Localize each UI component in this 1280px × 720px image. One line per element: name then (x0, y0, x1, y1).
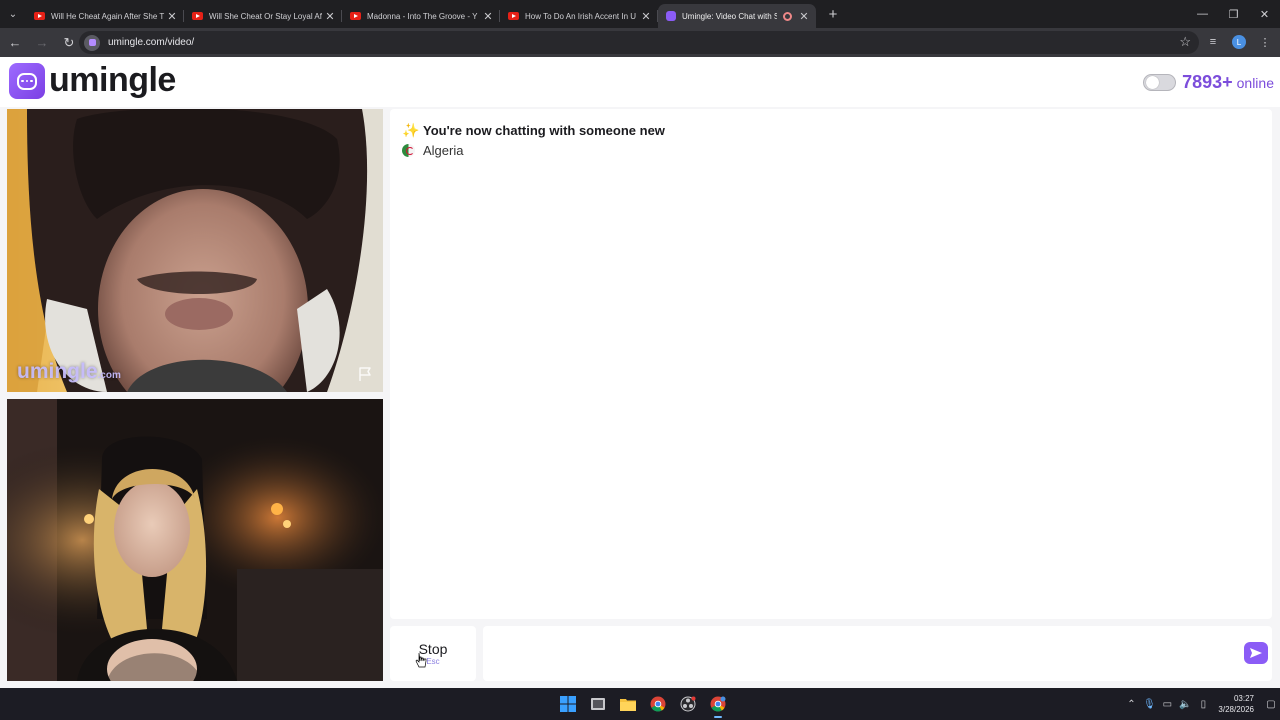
media-controls-icon[interactable]: ≡ (1202, 30, 1224, 54)
online-status: 7893+ online (1143, 72, 1274, 93)
address-bar[interactable]: umingle.com/video/ ☆ (79, 31, 1199, 54)
mouse-cursor-icon (415, 652, 427, 668)
browser-tab-bar: ⌄ Will He Cheat Again After She T ✕ Will… (0, 0, 1280, 28)
chrome-icon[interactable] (646, 692, 670, 716)
self-video (7, 399, 383, 681)
sparkles-icon: ✨ (402, 122, 420, 138)
notification-icon[interactable]: ▢ (1262, 699, 1280, 710)
clock[interactable]: 03:27 3/28/2026 (1218, 693, 1254, 715)
stranger-video: umingle.com (7, 109, 383, 392)
site-header: umingle 7893+ online (0, 57, 1280, 107)
youtube-icon (192, 12, 203, 20)
new-tab-button[interactable]: + (822, 3, 844, 25)
stop-shortcut: Esc (426, 657, 440, 666)
tab-strip: Will He Cheat Again After She T ✕ Will S… (26, 0, 816, 28)
system-message: ✨ You're now chatting with someone new (402, 122, 665, 139)
send-button[interactable] (1244, 642, 1268, 664)
minimize-icon[interactable]: — (1187, 0, 1218, 28)
windows-taskbar: ⌃ 🎙 ▭ 🔈 ▯ 03:27 3/28/2026 ▢ (0, 688, 1280, 720)
windows-start-icon[interactable] (556, 692, 580, 716)
browser-tab[interactable]: Madonna - Into The Groove - Y ✕ (342, 4, 500, 28)
chrome-active-icon[interactable] (706, 692, 730, 718)
task-view-icon[interactable] (586, 692, 610, 716)
logo-text[interactable]: umingle (49, 61, 176, 100)
stop-button[interactable]: Stop Esc (390, 626, 476, 681)
clock-time: 03:27 (1233, 694, 1254, 703)
tab-search-chevron-icon[interactable]: ⌄ (0, 0, 26, 28)
recording-icon (783, 11, 792, 21)
bookmark-star-icon[interactable]: ☆ (1179, 34, 1191, 50)
volume-icon[interactable]: 🔈 (1176, 699, 1194, 710)
tab-title: Will He Cheat Again After She T (51, 11, 165, 21)
site-info-icon[interactable] (84, 34, 100, 51)
page-content: umingle 7893+ online umingle.com ✨ You'r… (0, 57, 1280, 688)
theme-toggle[interactable] (1143, 74, 1177, 91)
restore-icon[interactable]: ❐ (1218, 0, 1249, 28)
system-message-text: You're now chatting with someone new (423, 123, 665, 138)
online-count: 7893+ (1182, 72, 1233, 92)
browser-tab[interactable]: Will She Cheat Or Stay Loyal Af ✕ (184, 4, 342, 28)
close-icon[interactable]: ✕ (798, 10, 810, 23)
stranger-video-frame (7, 109, 383, 392)
browser-tab[interactable]: How To Do An Irish Accent In U ✕ (500, 4, 658, 28)
algeria-flag-icon (402, 144, 415, 157)
tab-title: How To Do An Irish Accent In U (525, 11, 637, 21)
browser-tab-active[interactable]: Umingle: Video Chat with S ✕ (658, 4, 816, 28)
youtube-icon (34, 12, 45, 20)
message-input[interactable] (483, 626, 1272, 681)
umingle-logo-icon[interactable] (9, 63, 45, 99)
file-explorer-icon[interactable] (616, 692, 640, 716)
taskbar-apps (556, 692, 730, 718)
close-icon[interactable]: ✕ (166, 10, 178, 23)
window-controls: — ❐ ✕ (1187, 0, 1280, 28)
report-flag-icon[interactable] (357, 366, 373, 382)
send-arrow-icon (1250, 648, 1262, 658)
reload-icon[interactable]: ↻ (57, 31, 81, 55)
toolbar-right: ≡ L ⋮ (1202, 30, 1276, 54)
online-label: online (1236, 74, 1274, 91)
battery-icon[interactable]: ▯ (1194, 699, 1212, 710)
stranger-country: Algeria (402, 143, 463, 158)
chevron-up-icon[interactable]: ⌃ (1122, 699, 1140, 710)
tab-title: Madonna - Into The Groove - Y (367, 11, 478, 21)
close-icon[interactable]: ✕ (324, 10, 336, 23)
menu-kebab-icon[interactable]: ⋮ (1254, 30, 1276, 54)
tab-title: Will She Cheat Or Stay Loyal Af (209, 11, 322, 21)
clock-date: 3/28/2026 (1218, 705, 1254, 714)
url-text[interactable]: umingle.com/video/ (108, 37, 194, 48)
close-icon[interactable]: ✕ (640, 10, 652, 23)
watermark-suffix: .com (97, 370, 121, 381)
forward-icon[interactable]: → (30, 31, 54, 55)
close-window-icon[interactable]: ✕ (1249, 0, 1280, 28)
profile-initial: L (1232, 35, 1246, 49)
microphone-icon[interactable]: 🎙 (1140, 699, 1158, 710)
self-video-frame (7, 399, 383, 681)
youtube-icon (350, 12, 361, 20)
chat-bubble-icon (17, 72, 37, 90)
tab-title: Umingle: Video Chat with S (682, 11, 777, 21)
back-icon[interactable]: ← (3, 31, 27, 55)
network-icon[interactable]: ▭ (1158, 699, 1176, 710)
watermark-text: umingle (17, 360, 98, 383)
umingle-watermark: umingle.com (17, 360, 121, 384)
obs-icon[interactable] (676, 692, 700, 716)
browser-toolbar: ← → ↻ umingle.com/video/ ☆ ≡ L ⋮ (0, 28, 1280, 57)
profile-avatar[interactable]: L (1228, 30, 1250, 54)
chat-panel: ✨ You're now chatting with someone new A… (390, 109, 1272, 619)
browser-tab[interactable]: Will He Cheat Again After She T ✕ (26, 4, 184, 28)
close-icon[interactable]: ✕ (482, 10, 494, 23)
system-tray: ⌃ 🎙 ▭ 🔈 ▯ 03:27 3/28/2026 ▢ (1122, 688, 1280, 720)
country-name: Algeria (423, 143, 464, 158)
youtube-icon (508, 12, 519, 20)
umingle-icon (666, 11, 676, 21)
